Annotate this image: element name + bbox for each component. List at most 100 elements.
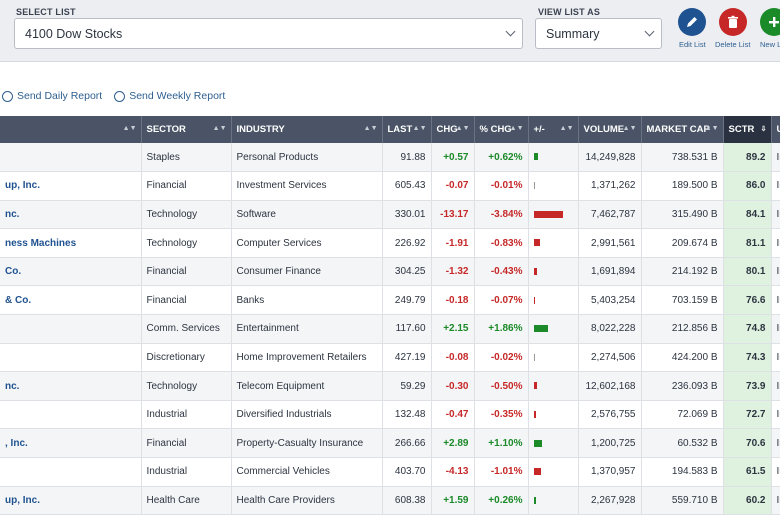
table-row[interactable]: , Inc. Financial Property-Casualty Insuran… <box>0 428 780 459</box>
stock-name-cell[interactable] <box>0 457 142 487</box>
change-bar-cell <box>528 143 579 173</box>
table-row[interactable]: Co. Financial Consumer Finance 304.25 -1.32-… <box>0 257 780 287</box>
table-row[interactable]: nc. Technology Software 330.01 -13.17 -3.84% 7… <box>0 200 780 230</box>
volume-cell: 2,274,506 <box>578 343 642 373</box>
pct-change-cell: +0.26% <box>474 486 529 516</box>
change-cell: -0.47 <box>431 400 475 430</box>
stock-name-cell[interactable]: up, Inc. <box>0 171 142 201</box>
sort-icon[interactable]: ▲▼ <box>623 125 637 132</box>
stock-name-cell[interactable]: , Inc. <box>0 428 142 459</box>
table-row[interactable]: Comm. Services Entertainment 117.60 +2.15 +1… <box>0 314 780 344</box>
u-cell: In <box>771 314 780 344</box>
column-header-pct-chg[interactable]: % CHG ▲▼ <box>474 116 529 143</box>
change-bar <box>533 296 535 304</box>
stock-name-cell[interactable]: up, Inc. <box>0 486 142 516</box>
market-cap-cell: 214.192 B <box>641 257 724 287</box>
table-row[interactable]: up, Inc. Financial Investment Services 605.… <box>0 171 780 201</box>
sort-icon[interactable]: ▲▼ <box>705 125 719 132</box>
view-list-value: Summary <box>546 26 600 41</box>
change-bar <box>533 468 542 476</box>
sctr-cell: 84.1 <box>723 200 772 230</box>
industry-cell: Entertainment <box>231 314 383 344</box>
change-bar <box>533 325 548 333</box>
stock-name-cell[interactable]: nc. <box>0 200 142 230</box>
table-row[interactable]: Industrial Diversified Industrials 132.48-… <box>0 400 780 430</box>
stock-name-cell[interactable]: Co. <box>0 257 142 287</box>
view-list-dropdown[interactable]: Summary <box>535 18 662 49</box>
sort-icon[interactable]: ▲▼ <box>413 125 427 132</box>
change-cell: -1.91 <box>431 228 475 258</box>
edit-list-button[interactable] <box>678 8 706 36</box>
last-price-cell: 249.79 <box>382 285 432 316</box>
table-row[interactable]: Industrial Commercial Vehicles 403.70 -4.13… <box>0 457 780 487</box>
sort-desc-icon[interactable]: ⇩ <box>761 125 767 133</box>
stock-name-cell[interactable] <box>0 314 142 344</box>
sort-icon[interactable]: ▲▼ <box>560 125 574 132</box>
table-row[interactable]: ness Machines Technology Computer Services… <box>0 228 780 258</box>
change-bar-cell <box>528 285 579 316</box>
table-row[interactable]: nc. Technology Telecom Equipment 59.29 -0.30… <box>0 371 780 401</box>
new-list-button[interactable] <box>760 8 780 36</box>
market-cap-cell: 212.856 B <box>641 314 724 344</box>
sector-cell: Industrial <box>141 457 232 487</box>
stock-name-cell[interactable] <box>0 143 142 173</box>
column-header-plus-minus[interactable]: +/- ▲▼ <box>528 116 579 143</box>
sort-icon[interactable]: ▲▼ <box>510 125 524 132</box>
u-cell: In <box>771 343 780 373</box>
edit-list-label[interactable]: Edit List <box>679 40 706 49</box>
stock-table: ▲▼ SECTOR ▲▼ INDUSTRY ▲▼ LAST ▲▼ CHG ▲▼ % CH… <box>0 116 780 516</box>
table-row[interactable]: & Co. Financial Banks 249.79 -0.18 -0.07% 5,40… <box>0 285 780 316</box>
stock-name-cell[interactable]: ness Machines <box>0 228 142 258</box>
sctr-cell: 89.2 <box>723 143 772 173</box>
volume-cell: 5,403,254 <box>578 285 642 316</box>
pencil-icon <box>687 17 697 27</box>
send-daily-report-option[interactable]: Send Daily Report <box>2 90 102 102</box>
send-weekly-report-option[interactable]: Send Weekly Report <box>114 90 225 102</box>
market-cap-cell: 189.500 B <box>641 171 724 201</box>
u-cell: In <box>771 228 780 258</box>
sort-icon[interactable]: ▲▼ <box>364 125 378 132</box>
stock-name-cell[interactable]: & Co. <box>0 285 142 316</box>
volume-cell: 2,267,928 <box>578 486 642 516</box>
delete-list-button[interactable] <box>719 8 747 36</box>
market-cap-cell: 424.200 B <box>641 343 724 373</box>
u-cell: In <box>771 400 780 430</box>
table-row[interactable]: up, Inc. Health Care Health Care Providers… <box>0 486 780 516</box>
market-cap-cell: 703.159 B <box>641 285 724 316</box>
column-header-market-cap[interactable]: MARKET CAP ▲▼ <box>641 116 724 143</box>
radio-icon[interactable] <box>2 90 13 102</box>
sort-icon[interactable]: ▲▼ <box>123 125 137 132</box>
stock-name-cell[interactable]: nc. <box>0 371 142 401</box>
column-header-name[interactable]: ▲▼ <box>0 116 142 143</box>
industry-cell: Computer Services <box>231 228 383 258</box>
sort-icon[interactable]: ▲▼ <box>456 125 470 132</box>
change-bar <box>533 182 535 190</box>
volume-cell: 8,022,228 <box>578 314 642 344</box>
column-header-industry[interactable]: INDUSTRY ▲▼ <box>231 116 383 143</box>
column-header-last[interactable]: LAST ▲▼ <box>382 116 432 143</box>
column-header-chg[interactable]: CHG ▲▼ <box>431 116 475 143</box>
stock-name-cell[interactable] <box>0 400 142 430</box>
delete-list-label[interactable]: Delete List <box>715 40 750 49</box>
table-row[interactable]: Discretionary Home Improvement Retailers 4… <box>0 343 780 373</box>
new-list-label[interactable]: New L <box>760 40 780 49</box>
trash-icon <box>728 15 738 28</box>
u-cell: In <box>771 486 780 516</box>
radio-icon[interactable] <box>114 90 126 102</box>
sector-cell: Staples <box>141 143 232 173</box>
u-cell: In <box>771 200 780 230</box>
sctr-cell: 70.6 <box>723 428 772 459</box>
column-header-sector[interactable]: SECTOR ▲▼ <box>141 116 232 143</box>
change-cell: -0.07 <box>431 171 475 201</box>
change-bar <box>533 268 537 276</box>
column-header-u[interactable]: U <box>771 116 780 143</box>
market-cap-cell: 60.532 B <box>641 428 724 459</box>
table-row[interactable]: Staples Personal Products 91.88 +0.57 +0.62%… <box>0 143 780 173</box>
sort-icon[interactable]: ▲▼ <box>213 125 227 132</box>
column-header-volume[interactable]: VOLUME ▲▼ <box>578 116 642 143</box>
select-list-dropdown[interactable]: 4100 Dow Stocks <box>14 18 523 49</box>
u-cell: In <box>771 143 780 173</box>
column-header-sctr[interactable]: SCTR ⇩ <box>723 116 772 143</box>
change-cell: -0.30 <box>431 371 475 401</box>
stock-name-cell[interactable] <box>0 343 142 373</box>
